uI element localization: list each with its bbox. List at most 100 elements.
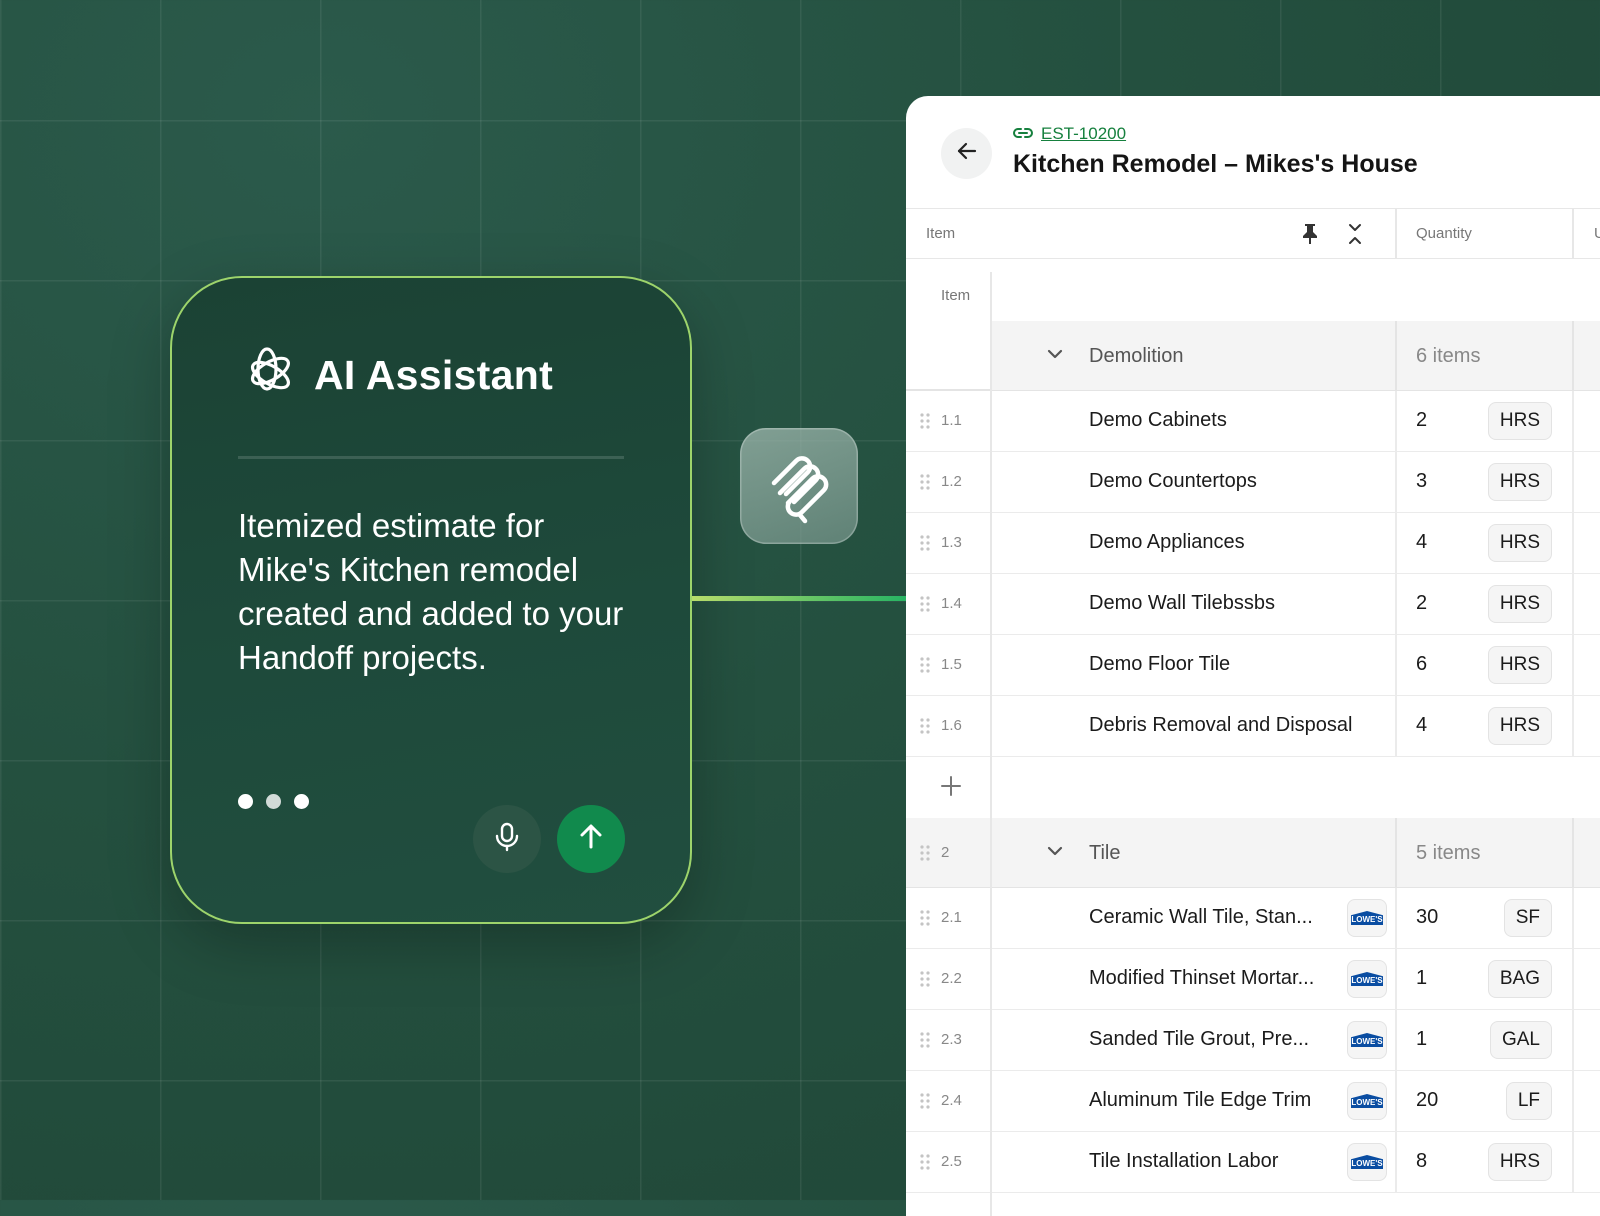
unit-badge[interactable]: HRS [1487,646,1552,684]
vendor-badge[interactable]: LOWE'S [1347,1021,1387,1059]
send-button[interactable] [557,805,625,873]
drag-handle-icon[interactable] [920,413,930,434]
column-divider [1395,513,1397,573]
send-arrow-icon [577,823,605,856]
divider [238,456,624,459]
table-row[interactable]: 2.5 Tile Installation Labor LOWE'S 8 HRS [906,1132,1600,1193]
table-row[interactable]: 1.6 Debris Removal and Disposal 4 HRS [906,696,1600,757]
chevron-down-icon[interactable] [1046,844,1064,862]
item-quantity[interactable]: 4 [1416,531,1427,554]
item-quantity[interactable]: 2 [1416,592,1427,615]
item-name[interactable]: Tile Installation Labor [1089,1150,1278,1173]
column-divider [1572,818,1574,887]
drag-handle-icon[interactable] [920,474,930,495]
unit-badge[interactable]: HRS [1487,585,1552,623]
item-name[interactable]: Demo Cabinets [1089,409,1227,432]
column-divider [1572,513,1574,573]
unit-badge[interactable]: HRS [1487,1143,1552,1181]
back-button[interactable] [941,128,992,179]
vendor-badge[interactable]: LOWE'S [1347,960,1387,998]
column-divider [1395,1010,1397,1070]
column-divider [1395,818,1397,887]
lowes-logo: LOWE'S [1351,972,1383,986]
table-row[interactable]: 2.3 Sanded Tile Grout, Pre... LOWE'S 1 GAL [906,1010,1600,1071]
mic-button[interactable] [473,805,541,873]
drag-handle-icon[interactable] [920,718,930,739]
ai-assistant-header: AI Assistant [238,344,553,407]
item-name[interactable]: Ceramic Wall Tile, Stan... [1089,906,1313,929]
item-quantity[interactable]: 6 [1416,653,1427,676]
add-item-row[interactable] [906,757,1600,818]
drag-handle-icon[interactable] [920,845,930,866]
item-name[interactable]: Sanded Tile Grout, Pre... [1089,1028,1309,1051]
drag-handle-icon[interactable] [920,1154,930,1175]
table-row[interactable]: 2.2 Modified Thinset Mortar... LOWE'S 1 BAG [906,949,1600,1010]
item-quantity[interactable]: 8 [1416,1150,1427,1173]
unit-badge[interactable]: GAL [1489,1021,1552,1059]
unit-badge[interactable]: HRS [1487,524,1552,562]
table-header: Item Quantity U [906,208,1600,259]
item-name[interactable]: Demo Floor Tile [1089,653,1230,676]
item-quantity[interactable]: 4 [1416,714,1427,737]
column-header-unit[interactable]: U [1594,225,1600,242]
left-column-divider [990,272,992,1216]
sub-header-item: Item [941,287,971,304]
item-quantity[interactable]: 1 [1416,1028,1427,1051]
ai-assistant-card: AI Assistant Itemized estimate for Mike'… [170,276,692,924]
unit-badge[interactable]: HRS [1487,707,1552,745]
column-divider [1572,321,1574,390]
drag-handle-icon[interactable] [920,1093,930,1114]
estimate-id-link[interactable]: EST-10200 [1013,124,1126,144]
item-name[interactable]: Demo Countertops [1089,470,1257,493]
table-row[interactable]: 1.3 Demo Appliances 4 HRS [906,513,1600,574]
item-quantity[interactable]: 30 [1416,906,1438,929]
unit-badge[interactable]: SF [1503,899,1552,937]
item-name[interactable]: Aluminum Tile Edge Trim [1089,1089,1311,1112]
unit-badge[interactable]: HRS [1487,402,1552,440]
item-name[interactable]: Demo Wall Tilebssbs [1089,592,1275,615]
item-name[interactable]: Demo Appliances [1089,531,1245,554]
column-divider [1572,888,1574,948]
row-number: 1.1 [941,412,962,429]
drag-handle-icon[interactable] [920,657,930,678]
drag-handle-icon[interactable] [920,1032,930,1053]
drag-handle-icon[interactable] [920,535,930,556]
column-divider [1395,391,1397,451]
plus-icon[interactable] [940,775,962,802]
group-left-cell [906,321,990,390]
group-header[interactable]: Demolition 6 items [906,321,1600,391]
column-divider [1572,1010,1574,1070]
item-quantity[interactable]: 1 [1416,967,1427,990]
collapse-icon[interactable] [1346,222,1364,251]
row-number: 2.3 [941,1031,962,1048]
table-row[interactable]: 1.1 Demo Cabinets 2 HRS [906,391,1600,452]
item-name[interactable]: Debris Removal and Disposal [1089,714,1352,737]
vendor-badge[interactable]: LOWE'S [1347,1082,1387,1120]
drag-handle-icon[interactable] [920,971,930,992]
table-row[interactable]: 1.4 Demo Wall Tilebssbs 2 HRS [906,574,1600,635]
vendor-badge[interactable]: LOWE'S [1347,1143,1387,1181]
item-quantity[interactable]: 3 [1416,470,1427,493]
item-quantity[interactable]: 2 [1416,409,1427,432]
table-row[interactable]: 2.1 Ceramic Wall Tile, Stan... LOWE'S 30 SF [906,888,1600,949]
column-divider [1572,574,1574,634]
group-header[interactable]: 2 Tile 5 items [906,818,1600,888]
pin-icon[interactable] [1301,223,1319,250]
unit-badge[interactable]: LF [1505,1082,1552,1120]
table-row[interactable]: 1.5 Demo Floor Tile 6 HRS [906,635,1600,696]
row-number: 1.2 [941,473,962,490]
item-name[interactable]: Modified Thinset Mortar... [1089,967,1314,990]
table-row[interactable]: 2.4 Aluminum Tile Edge Trim LOWE'S 20 LF [906,1071,1600,1132]
table-row[interactable]: 1.2 Demo Countertops 3 HRS [906,452,1600,513]
item-quantity[interactable]: 20 [1416,1089,1438,1112]
drag-handle-icon[interactable] [920,910,930,931]
unit-badge[interactable]: BAG [1487,960,1552,998]
unit-badge[interactable]: HRS [1487,463,1552,501]
row-number: 1.6 [941,717,962,734]
drag-handle-icon[interactable] [920,596,930,617]
openai-icon [238,344,296,407]
chevron-down-icon[interactable] [1046,347,1064,365]
column-header-item[interactable]: Item [926,225,955,242]
vendor-badge[interactable]: LOWE'S [1347,899,1387,937]
column-header-quantity[interactable]: Quantity [1416,225,1472,242]
